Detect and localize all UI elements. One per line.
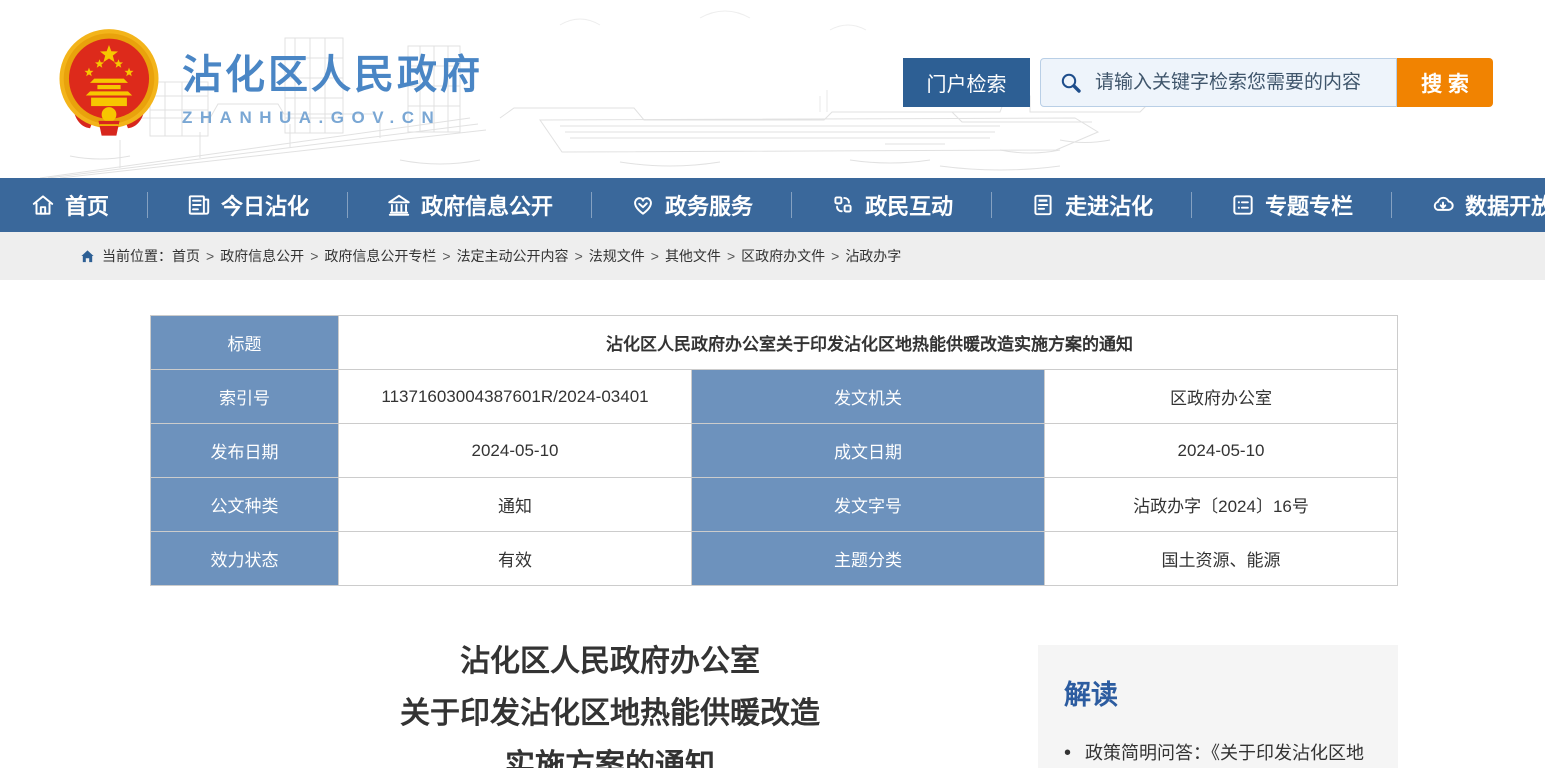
nav-label: 政民互动 bbox=[865, 189, 953, 221]
list-icon bbox=[1230, 192, 1256, 218]
document-icon bbox=[1030, 192, 1056, 218]
breadcrumb-item-statutory[interactable]: 法定主动公开内容 bbox=[457, 246, 569, 266]
breadcrumb-item-regulations[interactable]: 法规文件 bbox=[589, 246, 645, 266]
index-number-value: 11371603004387601R/2024-03401 bbox=[339, 370, 692, 424]
breadcrumb-item-zhanzhengbanzi[interactable]: 沾政办字 bbox=[845, 246, 901, 266]
breadcrumb-item-gov-info-column[interactable]: 政府信息公开专栏 bbox=[324, 246, 436, 266]
search-icon bbox=[1059, 71, 1083, 95]
breadcrumb-item-gov-info[interactable]: 政府信息公开 bbox=[220, 246, 304, 266]
nav-label: 今日沾化 bbox=[221, 189, 309, 221]
interaction-quotes-icon bbox=[830, 192, 856, 218]
search-box bbox=[1040, 58, 1397, 107]
breadcrumb-item-district-office-files[interactable]: 区政府办文件 bbox=[741, 246, 825, 266]
search-input[interactable] bbox=[1095, 59, 1396, 106]
breadcrumb-separator: > bbox=[651, 248, 659, 264]
nav-separator bbox=[791, 192, 792, 218]
breadcrumb-prefix: 当前位置： bbox=[102, 246, 172, 266]
article-title-line: 关于印发沾化区地热能供暖改造 bbox=[150, 688, 1070, 740]
interpretation-heading: 解读 bbox=[1064, 673, 1372, 712]
nav-item-interaction[interactable]: 政民互动 bbox=[830, 189, 953, 221]
article-title: 沾化区人民政府办公室 关于印发沾化区地热能供暖改造 实施方案的通知 bbox=[150, 636, 1070, 768]
service-heart-icon bbox=[630, 192, 656, 218]
nav-label: 政务服务 bbox=[665, 189, 753, 221]
search-submit-button[interactable]: 搜 索 bbox=[1397, 58, 1493, 107]
document-number-label: 发文字号 bbox=[692, 478, 1045, 532]
nav-item-home[interactable]: 首页 bbox=[30, 189, 109, 221]
nav-separator bbox=[1191, 192, 1192, 218]
title-label-cell: 标题 bbox=[151, 316, 339, 370]
nav-item-special-columns[interactable]: 专题专栏 bbox=[1230, 189, 1353, 221]
news-icon bbox=[186, 192, 212, 218]
nav-label: 专题专栏 bbox=[1265, 189, 1353, 221]
nav-label: 走进沾化 bbox=[1065, 189, 1153, 221]
breadcrumb-separator: > bbox=[727, 248, 735, 264]
nav-item-today[interactable]: 今日沾化 bbox=[186, 189, 309, 221]
table-row: 发布日期 2024-05-10 成文日期 2024-05-10 bbox=[151, 424, 1398, 478]
breadcrumb: 当前位置： 首页 > 政府信息公开 > 政府信息公开专栏 > 法定主动公开内容 … bbox=[0, 232, 1545, 280]
breadcrumb-separator: > bbox=[206, 248, 214, 264]
interpretation-link[interactable]: •政策简明问答：《关于印发沾化区地热能供暖改造实施方案的通知》解读 bbox=[1064, 734, 1372, 768]
main-navbar: 首页 今日沾化 政府信息公开 bbox=[0, 178, 1545, 232]
interpretation-panel: 解读 •政策简明问答：《关于印发沾化区地热能供暖改造实施方案的通知》解读 bbox=[1038, 645, 1398, 768]
document-metadata-table: 标题 沾化区人民政府办公室关于印发沾化区地热能供暖改造实施方案的通知 索引号 1… bbox=[150, 315, 1398, 586]
article-title-line: 沾化区人民政府办公室 bbox=[150, 636, 1070, 688]
publish-date-label: 发布日期 bbox=[151, 424, 339, 478]
nav-separator bbox=[991, 192, 992, 218]
written-date-value: 2024-05-10 bbox=[1045, 424, 1398, 478]
site-domain: ZHANHUA.GOV.CN bbox=[182, 108, 483, 128]
written-date-label: 成文日期 bbox=[692, 424, 1045, 478]
document-type-label: 公文种类 bbox=[151, 478, 339, 532]
nav-separator bbox=[147, 192, 148, 218]
nav-separator bbox=[1391, 192, 1392, 218]
nav-item-services[interactable]: 政务服务 bbox=[630, 189, 753, 221]
national-emblem-icon bbox=[56, 26, 162, 144]
home-icon bbox=[30, 192, 56, 218]
publish-date-value: 2024-05-10 bbox=[339, 424, 692, 478]
breadcrumb-separator: > bbox=[442, 248, 450, 264]
breadcrumb-home-icon bbox=[80, 249, 95, 264]
site-header: 沾化区人民政府 ZHANHUA.GOV.CN 门户检索 搜 索 bbox=[0, 0, 1545, 178]
site-name: 沾化区人民政府 bbox=[182, 42, 483, 100]
index-number-label: 索引号 bbox=[151, 370, 339, 424]
issuing-agency-value: 区政府办公室 bbox=[1045, 370, 1398, 424]
bullet-icon: • bbox=[1064, 742, 1071, 764]
brand-text: 沾化区人民政府 ZHANHUA.GOV.CN bbox=[182, 42, 483, 128]
document-type-value: 通知 bbox=[339, 478, 692, 532]
government-icon bbox=[386, 192, 412, 218]
nav-item-about[interactable]: 走进沾化 bbox=[1030, 189, 1153, 221]
table-row: 公文种类 通知 发文字号 沾政办字〔2024〕16号 bbox=[151, 478, 1398, 532]
subject-category-value: 国土资源、能源 bbox=[1045, 532, 1398, 586]
title-value-cell: 沾化区人民政府办公室关于印发沾化区地热能供暖改造实施方案的通知 bbox=[339, 316, 1398, 370]
main-content: 标题 沾化区人民政府办公室关于印发沾化区地热能供暖改造实施方案的通知 索引号 1… bbox=[0, 315, 1545, 768]
validity-status-label: 效力状态 bbox=[151, 532, 339, 586]
table-row: 标题 沾化区人民政府办公室关于印发沾化区地热能供暖改造实施方案的通知 bbox=[151, 316, 1398, 370]
breadcrumb-separator: > bbox=[310, 248, 318, 264]
site-logo[interactable]: 沾化区人民政府 ZHANHUA.GOV.CN bbox=[56, 26, 483, 144]
nav-separator bbox=[347, 192, 348, 218]
breadcrumb-separator: > bbox=[831, 248, 839, 264]
nav-label: 首页 bbox=[65, 189, 109, 221]
nav-item-gov-info[interactable]: 政府信息公开 bbox=[386, 189, 553, 221]
portal-search-button[interactable]: 门户检索 bbox=[903, 58, 1030, 107]
document-number-value: 沾政办字〔2024〕16号 bbox=[1045, 478, 1398, 532]
nav-label: 政府信息公开 bbox=[421, 189, 553, 221]
breadcrumb-item-home[interactable]: 首页 bbox=[172, 246, 200, 266]
breadcrumb-item-other-files[interactable]: 其他文件 bbox=[665, 246, 721, 266]
breadcrumb-separator: > bbox=[575, 248, 583, 264]
issuing-agency-label: 发文机关 bbox=[692, 370, 1045, 424]
nav-item-open-data[interactable]: 数据开放 bbox=[1430, 189, 1545, 221]
navbar-inner: 首页 今日沾化 政府信息公开 bbox=[0, 178, 1545, 232]
subject-category-label: 主题分类 bbox=[692, 532, 1045, 586]
validity-status-value: 有效 bbox=[339, 532, 692, 586]
table-row: 索引号 11371603004387601R/2024-03401 发文机关 区… bbox=[151, 370, 1398, 424]
table-row: 效力状态 有效 主题分类 国土资源、能源 bbox=[151, 532, 1398, 586]
nav-label: 数据开放 bbox=[1465, 189, 1545, 221]
interpretation-link-text: 政策简明问答：《关于印发沾化区地热能供暖改造实施方案的通知》解读 bbox=[1064, 743, 1364, 768]
article-title-line: 实施方案的通知 bbox=[150, 740, 1070, 768]
cloud-download-icon bbox=[1430, 192, 1456, 218]
nav-separator bbox=[591, 192, 592, 218]
